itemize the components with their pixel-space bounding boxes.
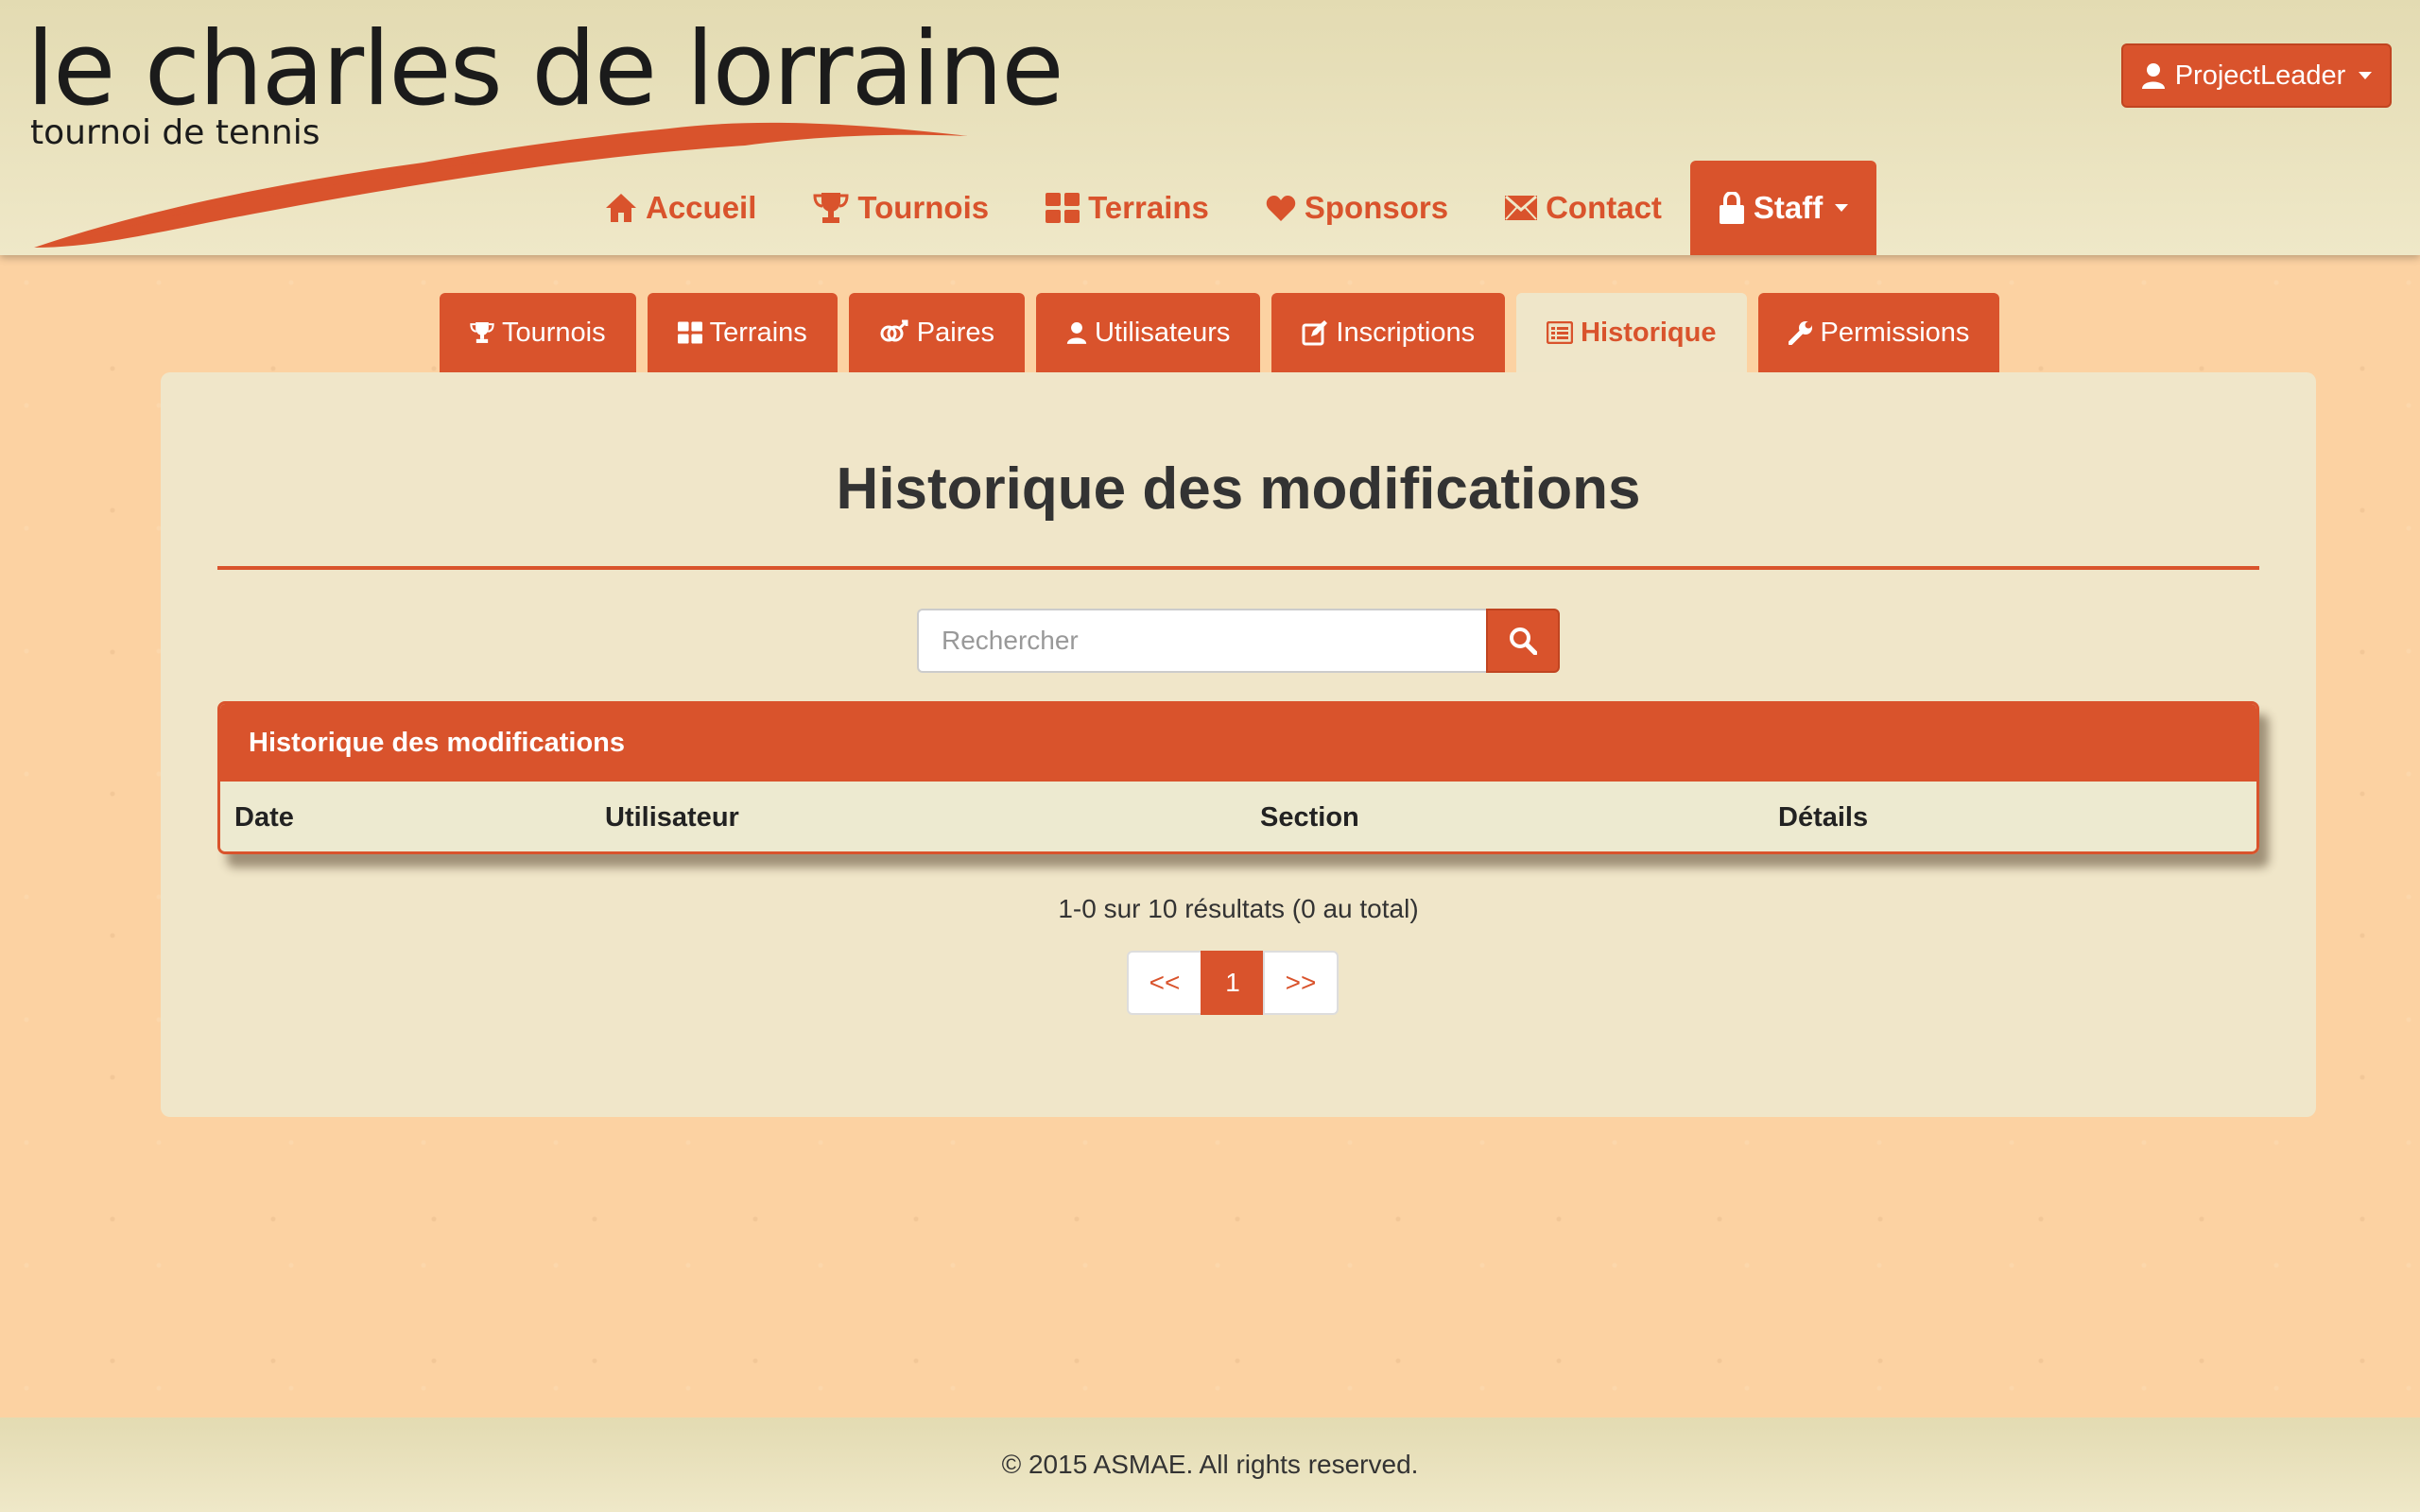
tab-label: Permissions xyxy=(1820,317,1970,348)
tab-label: Terrains xyxy=(709,317,807,348)
home-icon xyxy=(605,193,637,223)
page-title: Historique des modifications xyxy=(836,456,1641,522)
list-icon xyxy=(1547,321,1574,344)
results-summary: 1-0 sur 10 résultats (0 au total) xyxy=(1058,894,1419,923)
pagination-next-button[interactable]: >> xyxy=(1263,951,1339,1015)
gender-icon xyxy=(879,319,909,346)
user-icon xyxy=(1066,320,1087,345)
nav-item-label: Contact xyxy=(1546,190,1662,225)
tab-terrains[interactable]: Terrains xyxy=(647,293,838,372)
content-panel: Historique des modifications Historique … xyxy=(161,372,2316,1117)
user-menu-button[interactable]: ProjectLeader xyxy=(2121,43,2392,108)
caret-down-icon xyxy=(2359,72,2373,79)
nav-item-label: Tournois xyxy=(857,190,990,225)
site-header: le charles de lorraine tournoi de tennis… xyxy=(0,0,2420,255)
nav-item-label: Sponsors xyxy=(1304,190,1449,225)
column-header-utilisateur[interactable]: Utilisateur xyxy=(605,802,739,833)
nav-item-sponsors[interactable]: Sponsors xyxy=(1237,161,1477,255)
trophy-icon xyxy=(470,320,494,345)
tab-label: Paires xyxy=(916,317,994,348)
table-header-row: Date Utilisateur Section Détails xyxy=(220,782,2256,851)
nav-item-staff[interactable]: Staff xyxy=(1689,161,1877,255)
search-icon xyxy=(1509,627,1537,655)
edit-icon xyxy=(1302,319,1328,346)
envelope-icon xyxy=(1505,196,1538,220)
pagination-page-button[interactable]: 1 xyxy=(1201,951,1265,1015)
staff-tabs: Tournois Terrains Paires Utilisateurs In… xyxy=(440,293,2000,372)
column-header-section[interactable]: Section xyxy=(1260,802,1359,833)
logo-subtitle: tournoi de tennis xyxy=(30,113,320,152)
search-button[interactable] xyxy=(1486,609,1560,673)
tab-label: Inscriptions xyxy=(1336,317,1476,348)
tab-tournois[interactable]: Tournois xyxy=(440,293,636,372)
nav-item-terrains[interactable]: Terrains xyxy=(1017,161,1237,255)
copyright-text: © 2015 ASMAE. All rights reserved. xyxy=(1001,1450,1419,1479)
tab-historique[interactable]: Historique xyxy=(1516,293,1747,372)
tab-inscriptions[interactable]: Inscriptions xyxy=(1271,293,1506,372)
wrench-icon xyxy=(1788,320,1813,345)
nav-item-label: Accueil xyxy=(646,190,757,225)
tab-label: Tournois xyxy=(502,317,606,348)
pagination-prev-button[interactable]: << xyxy=(1127,951,1202,1015)
tab-label: Historique xyxy=(1581,317,1717,348)
search-bar xyxy=(917,609,1560,673)
column-header-details[interactable]: Détails xyxy=(1778,802,1868,833)
tab-utilisateurs[interactable]: Utilisateurs xyxy=(1035,293,1261,372)
user-menu-label: ProjectLeader xyxy=(2174,60,2346,91)
caret-down-icon xyxy=(1835,204,1849,212)
column-header-date[interactable]: Date xyxy=(234,802,294,833)
grid-icon xyxy=(677,321,702,344)
title-divider xyxy=(217,566,2259,570)
grid-icon xyxy=(1046,193,1080,223)
nav-item-tournois[interactable]: Tournois xyxy=(785,161,1017,255)
tab-paires[interactable]: Paires xyxy=(848,293,1025,372)
history-table: Historique des modifications Date Utilis… xyxy=(217,701,2259,854)
nav-item-label: Staff xyxy=(1753,190,1824,225)
table-heading: Historique des modifications xyxy=(220,704,2256,782)
nav-item-accueil[interactable]: Accueil xyxy=(577,161,785,255)
logo-title: le charles de lorraine xyxy=(26,10,1064,129)
pagination: << 1 >> xyxy=(1127,951,1339,1015)
nav-item-label: Terrains xyxy=(1088,190,1209,225)
tab-label: Utilisateurs xyxy=(1094,317,1231,348)
nav-item-contact[interactable]: Contact xyxy=(1477,161,1690,255)
lock-icon xyxy=(1719,192,1745,224)
heart-icon xyxy=(1266,195,1296,221)
trophy-icon xyxy=(813,192,849,224)
search-input[interactable] xyxy=(917,609,1486,673)
main-nav: Accueil Tournois Terrains Sponsors Conta… xyxy=(577,161,1877,255)
tab-permissions[interactable]: Permissions xyxy=(1757,293,2000,372)
user-icon xyxy=(2141,62,2166,89)
site-footer: © 2015 ASMAE. All rights reserved. xyxy=(0,1418,2420,1512)
